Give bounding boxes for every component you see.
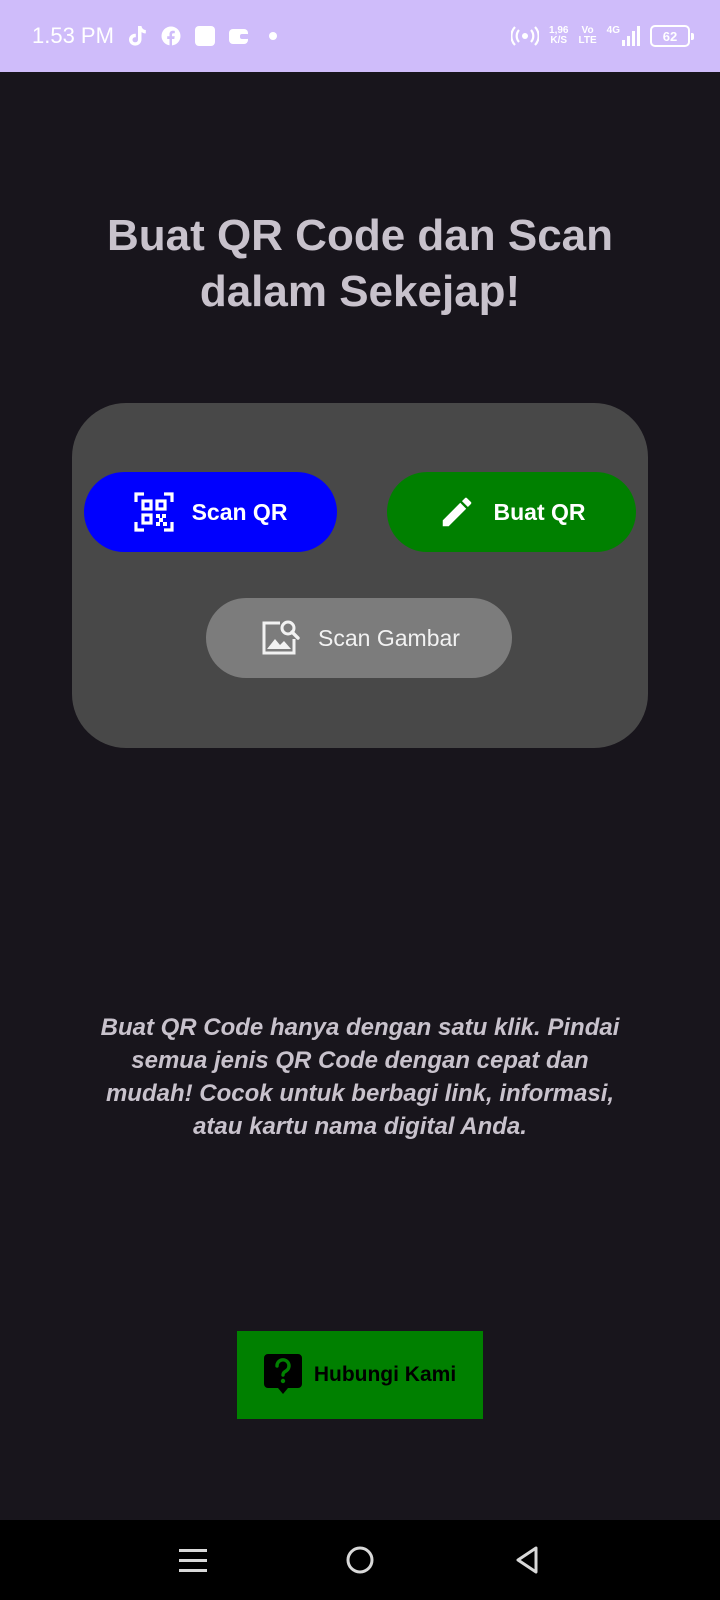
app-description: Buat QR Code hanya dengan satu klik. Pin… xyxy=(100,1014,620,1140)
buat-qr-label: Buat QR xyxy=(493,498,586,525)
scan-gambar-label: Scan Gambar xyxy=(318,624,460,651)
signal-indicator: 4G xyxy=(607,26,640,46)
status-right: 1,96 K/S Vo LTE 4G 62 xyxy=(511,25,694,47)
back-icon[interactable] xyxy=(497,1530,557,1590)
network-type: 4G xyxy=(606,25,620,36)
status-time: 1.53 PM xyxy=(32,23,114,48)
system-nav-bar xyxy=(0,1520,720,1600)
buat-qr-button[interactable]: Buat QR xyxy=(387,472,636,552)
wallet-icon xyxy=(228,25,250,47)
square-app-icon xyxy=(194,25,216,47)
tiktok-icon xyxy=(126,25,148,47)
image-search-icon xyxy=(258,617,300,659)
status-left: 1.53 PM xyxy=(32,23,284,49)
scan-gambar-button[interactable]: Scan Gambar xyxy=(206,598,512,678)
recent-apps-icon[interactable] xyxy=(163,1530,223,1590)
net-speed-unit: K/S xyxy=(550,35,568,46)
hubungi-kami-button[interactable]: Hubungi Kami xyxy=(237,1331,483,1419)
pencil-icon xyxy=(438,493,476,531)
qr-code-scanner-icon xyxy=(133,492,174,532)
dot-icon xyxy=(262,25,284,47)
page-title: Buat QR Code dan Scan dalam Sekejap! xyxy=(106,211,614,316)
app-screen: 1.53 PM 1,96 K/S Vo LTE 4G 62 Buat QR Co… xyxy=(0,0,720,1600)
status-bar: 1.53 PM 1,96 K/S Vo LTE 4G 62 xyxy=(0,0,720,72)
volte-bottom: LTE xyxy=(578,35,597,46)
scan-qr-button[interactable]: Scan QR xyxy=(84,472,337,552)
facebook-icon xyxy=(160,25,182,47)
scan-qr-label: Scan QR xyxy=(191,498,288,525)
hubungi-kami-label: Hubungi Kami xyxy=(313,1363,457,1386)
battery-indicator: 62 xyxy=(650,25,694,47)
action-card: Scan QR Buat QR Scan Gambar xyxy=(72,403,648,748)
home-icon[interactable] xyxy=(330,1530,390,1590)
volte-indicator: Vo LTE xyxy=(579,26,597,46)
signal-bars-icon xyxy=(622,26,640,46)
hotspot-icon xyxy=(511,25,540,47)
net-speed: 1,96 K/S xyxy=(549,26,568,46)
help-bubble-icon xyxy=(263,1354,302,1396)
